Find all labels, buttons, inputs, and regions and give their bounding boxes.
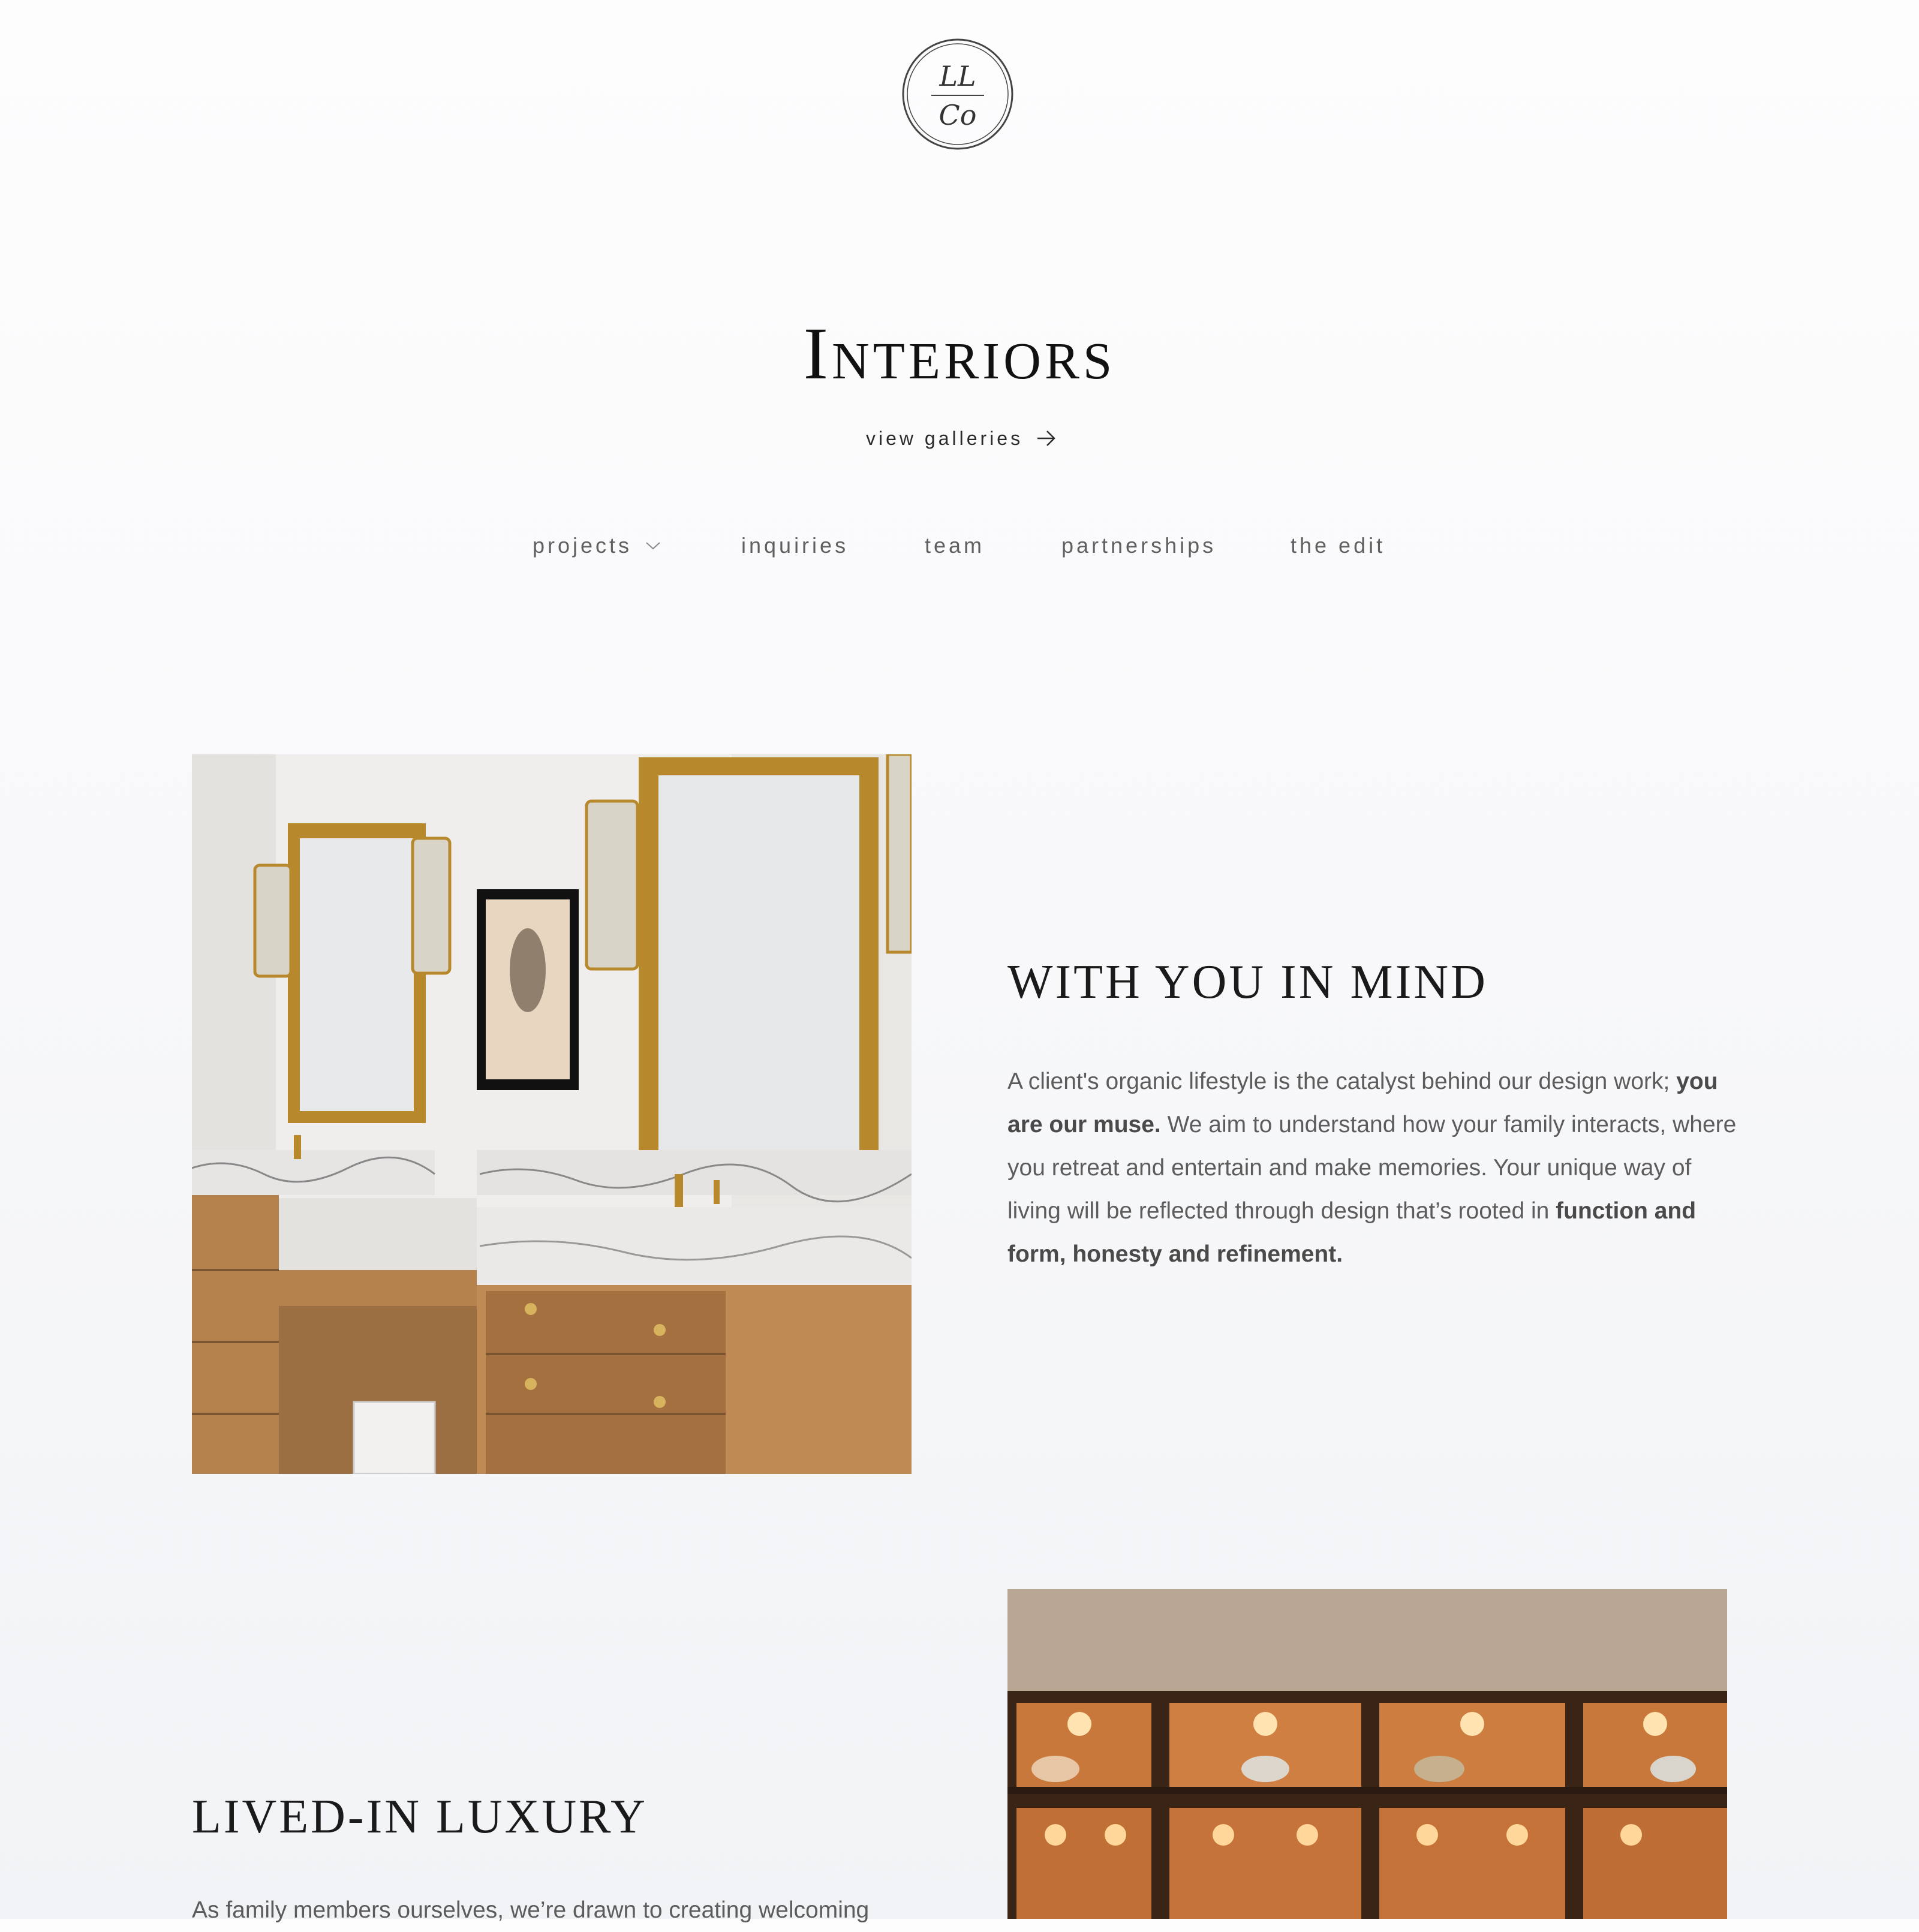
logo[interactable]: LL Co (901, 38, 1014, 151)
nav-item-label: inquiries (741, 533, 849, 558)
nav-item-label: the edit (1291, 533, 1386, 558)
nav-item-the-edit[interactable]: the edit (1291, 528, 1385, 564)
view-galleries-label: view galleries (866, 427, 1024, 449)
arrow-right-icon (1036, 429, 1057, 447)
view-galleries-link[interactable]: view galleries (866, 423, 1057, 453)
section-heading: Lived-in luxury (192, 1790, 648, 1843)
nav-item-label: team (925, 533, 985, 558)
section-paragraph: A client's organic lifestyle is the cata… (1007, 1060, 1739, 1276)
chevron-down-icon (645, 541, 661, 550)
lit-shelving-photo (1007, 1589, 1727, 1919)
para-text: As family members ourselves, we’re drawn… (192, 1897, 870, 1923)
para-text: A client's organic lifestyle is the cata… (1007, 1069, 1677, 1094)
nav-item-team[interactable]: team (925, 528, 985, 564)
nav-item-projects[interactable]: projects (533, 528, 661, 564)
bathroom-vanity-photo (192, 754, 912, 1474)
nav-item-label: partnerships (1061, 533, 1217, 558)
nav-item-inquiries[interactable]: inquiries (741, 528, 849, 564)
page-title: Interiors (803, 312, 1116, 395)
nav-item-label: projects (533, 533, 633, 558)
section-heading: With you in mind (1007, 956, 1488, 1009)
logo-line2: Co (939, 99, 977, 131)
logo-line1: LL (939, 60, 976, 92)
section-paragraph: As family members ourselves, we’re drawn… (192, 1889, 924, 1932)
main-nav: projects inquiries team partnerships the… (0, 528, 1919, 564)
nav-item-partnerships[interactable]: partnerships (1061, 528, 1216, 564)
